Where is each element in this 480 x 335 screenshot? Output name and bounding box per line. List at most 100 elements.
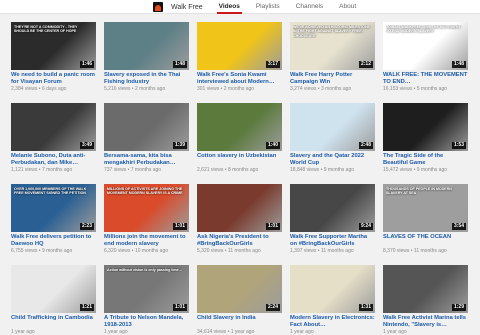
video-thumbnail[interactable]: 1:53 — [383, 103, 468, 151]
video-title-link[interactable]: The Tragic Side of the Beautiful Game — [383, 153, 468, 167]
video-thumbnail[interactable]: 1:01 — [197, 184, 282, 232]
video-card[interactable]: MILLIONS OF ACTIVISTS ARE JOINING THE MO… — [104, 184, 189, 257]
video-meta: 1,121 views • 7 months ago — [11, 167, 96, 173]
video-card[interactable]: 1:31 Modern Slavery in Electronics: Fact … — [290, 265, 375, 335]
video-meta: 1 year ago — [383, 329, 468, 335]
upload-age: 1 year ago — [383, 329, 407, 335]
video-title-link[interactable]: Child Trafficking in Cambodia — [11, 315, 96, 329]
upload-age: 1 year ago — [104, 329, 128, 335]
video-card[interactable]: Action without vision is only passing ti… — [104, 265, 189, 335]
video-duration: 1:48 — [451, 61, 466, 68]
view-count: 1,397 views — [290, 248, 317, 254]
video-card[interactable]: THEY'RE NOT A COMMODITY - THEY SHOULD BE… — [11, 22, 96, 95]
video-duration: 1:01 — [265, 223, 280, 230]
video-card[interactable]: 2:24 Child Slavery in India 34,614 views •… — [197, 265, 282, 335]
video-duration: 3:54 — [451, 223, 466, 230]
video-title-link[interactable]: Walk Free Harry Potter Campaign Win — [290, 72, 375, 86]
video-title-link[interactable]: Ask Nigeria's President to #BringBackOur… — [197, 234, 282, 248]
video-card[interactable]: 1:01 Ask Nigeria's President to #BringBac… — [197, 184, 282, 257]
thumbnail-overlay-text: OVER 1,000,000 MEMBERS OF THE WALK FREE … — [14, 187, 87, 196]
view-count: 301 views — [197, 86, 220, 92]
video-title-link[interactable]: A Tribute to Nelson Mandela, 1918-2013 — [104, 315, 189, 329]
video-title-link[interactable]: Bersama-sama, kita bisa mengakhiri Perbu… — [104, 153, 189, 167]
video-duration: 1:31 — [358, 304, 373, 311]
video-title-link[interactable]: Cotton slavery in Uzbekistan — [197, 153, 282, 167]
channel-name[interactable]: Walk Free — [171, 4, 203, 11]
video-card[interactable]: JOIN US WALKFREE.ORG THE MOVEMENT TO END… — [383, 22, 468, 95]
video-title-link[interactable]: Slavery exposed in the Thai Fishing Indu… — [104, 72, 189, 86]
video-thumbnail[interactable]: 1:21 — [11, 265, 96, 313]
channel-logo[interactable] — [153, 2, 163, 12]
video-thumbnail[interactable]: JOIN US WALKFREE.ORG THE MOVEMENT TO END… — [383, 22, 468, 70]
upload-age: 1 year ago — [11, 329, 35, 335]
video-meta: 6,755 views • 9 months ago — [11, 248, 96, 254]
video-title-link[interactable]: Child Slavery in India — [197, 315, 282, 329]
video-thumbnail[interactable]: 9:24 — [290, 184, 375, 232]
thumbnail-overlay-text: Action without vision is only passing ti… — [107, 268, 183, 272]
video-meta: 1 year ago — [290, 329, 375, 335]
tab-channels[interactable]: Channels — [296, 0, 323, 14]
video-duration: 1:40 — [265, 142, 280, 149]
video-thumbnail[interactable]: WE'VE ACHIEVED AN HISTORIC MILESTONE IN … — [290, 22, 375, 70]
video-thumbnail[interactable]: 1:48 — [104, 22, 189, 70]
video-thumbnail[interactable]: 1:39 — [104, 103, 189, 151]
view-count: 3,274 views — [290, 86, 317, 92]
video-title-link[interactable]: Walk Free's Sonia Kwami interviewed abou… — [197, 72, 282, 86]
video-card[interactable]: WE'VE ACHIEVED AN HISTORIC MILESTONE IN … — [290, 22, 375, 95]
video-card[interactable]: 1:40 Cotton slavery in Uzbekistan 2,621 vi… — [197, 103, 282, 176]
video-thumbnail[interactable]: 3:49 — [11, 103, 96, 151]
view-count: 737 views — [104, 167, 127, 173]
tab-playlists[interactable]: Playlists — [256, 0, 280, 14]
video-card[interactable]: 9:24 Walk Free Supporter Martha on #Bring… — [290, 184, 375, 257]
video-thumbnail[interactable]: 2:48 — [290, 103, 375, 151]
video-thumbnail[interactable]: OVER 1,000,000 MEMBERS OF THE WALK FREE … — [11, 184, 96, 232]
video-duration: 1:39 — [172, 142, 187, 149]
video-thumbnail[interactable]: THEY'RE NOT A COMMODITY - THEY SHOULD BE… — [11, 22, 96, 70]
video-card[interactable]: 3:49 Melanie Subono, Duta anti-Perbudakan… — [11, 103, 96, 176]
video-meta: 18,848 views • 9 months ago — [290, 167, 375, 173]
view-count: 5,216 views — [104, 86, 131, 92]
video-title-link[interactable]: We need to build a panic room for Visaya… — [11, 72, 96, 86]
video-thumbnail[interactable]: 1:40 — [197, 103, 282, 151]
video-title-link[interactable]: Slavery and the Qatar 2022 World Cup — [290, 153, 375, 167]
view-count: 16,153 views — [383, 86, 413, 92]
upload-age: 11 months ago — [320, 248, 354, 254]
video-card[interactable]: 1:39 Bersama-sama, kita bisa mengakhiri P… — [104, 103, 189, 176]
video-card[interactable]: 1:53 The Tragic Side of the Beautiful Gam… — [383, 103, 468, 176]
video-thumbnail[interactable]: Action without vision is only passing ti… — [104, 265, 189, 313]
tab-videos[interactable]: Videos — [216, 0, 243, 14]
video-title-link[interactable]: Walk Free delivers petition to Daewoo HQ — [11, 234, 96, 248]
video-title-link[interactable]: Modern Slavery in Electronics: Fact Abou… — [290, 315, 375, 329]
video-card[interactable]: 1:29 Walk Free Activist Marina tells Nint… — [383, 265, 468, 335]
video-title-link[interactable]: Millions join the movement to end modern… — [104, 234, 189, 248]
video-title-link[interactable]: WALK FREE: THE MOVEMENT TO END… — [383, 72, 468, 86]
upload-age: 9 months ago — [323, 167, 355, 173]
video-meta: 34,614 views • 1 year ago — [197, 329, 282, 335]
video-meta: 2,621 views • 8 months ago — [197, 167, 282, 173]
video-thumbnail[interactable]: 1:31 — [290, 265, 375, 313]
video-card[interactable]: 2:48 Slavery and the Qatar 2022 World Cup… — [290, 103, 375, 176]
video-title-link[interactable]: Walk Free Supporter Martha on #BringBack… — [290, 234, 375, 248]
video-title-link[interactable]: SLAVES OF THE OCEAN — [383, 234, 468, 248]
view-count: 34,614 views — [197, 329, 227, 335]
video-card[interactable]: 1:48 Slavery exposed in the Thai Fishing … — [104, 22, 189, 95]
video-card[interactable]: THOUSANDS OF PEOPLE IN MODERN SLAVERY AT… — [383, 184, 468, 257]
upload-age: 10 months ago — [134, 248, 169, 254]
video-grid: THEY'RE NOT A COMMODITY - THEY SHOULD BE… — [11, 22, 471, 335]
video-thumbnail[interactable]: THOUSANDS OF PEOPLE IN MODERN SLAVERY AT… — [383, 184, 468, 232]
video-thumbnail[interactable]: MILLIONS OF ACTIVISTS ARE JOINING THE MO… — [104, 184, 189, 232]
video-card[interactable]: OVER 1,000,000 MEMBERS OF THE WALK FREE … — [11, 184, 96, 257]
video-thumbnail[interactable]: 3:17 — [197, 22, 282, 70]
video-thumbnail[interactable]: 2:24 — [197, 265, 282, 313]
tab-about[interactable]: About — [339, 0, 356, 14]
upload-age: 8 months ago — [227, 167, 259, 173]
video-card[interactable]: 3:17 Walk Free's Sonia Kwami interviewed … — [197, 22, 282, 95]
thumbnail-overlay-text: WE'VE ACHIEVED AN HISTORIC MILESTONE IN … — [293, 25, 370, 38]
video-duration: 3:49 — [79, 142, 94, 149]
video-thumbnail[interactable]: 1:29 — [383, 265, 468, 313]
upload-age: 3 months ago — [320, 86, 352, 92]
view-count: 1,121 views — [11, 167, 38, 173]
video-title-link[interactable]: Walk Free Activist Marina tells Nintendo… — [383, 315, 468, 329]
video-title-link[interactable]: Melanie Subono, Duta anti-Perbudakan, da… — [11, 153, 96, 167]
video-card[interactable]: 1:21 Child Trafficking in Cambodia 1 year … — [11, 265, 96, 335]
